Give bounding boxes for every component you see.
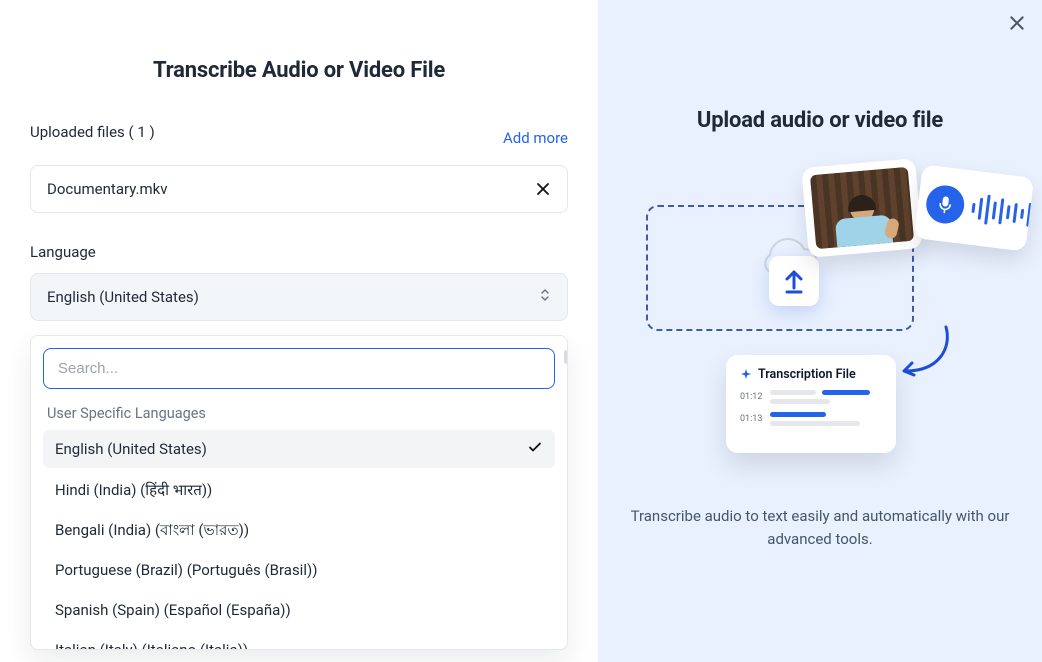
uploaded-file-name: Documentary.mkv [47, 180, 167, 198]
hero-illustration: Transcription File 01:12 01:13 [618, 161, 1022, 481]
close-icon [1008, 14, 1026, 32]
info-side-panel: Upload audio or video file [598, 0, 1042, 662]
remove-file-button[interactable] [535, 181, 551, 197]
language-group-label: User Specific Languages [47, 405, 551, 422]
page-title: Transcribe Audio or Video File [30, 58, 568, 83]
language-option-label: Bengali (India) (বাংলা (ভারত)) [55, 521, 249, 539]
language-option-label: Portuguese (Brazil) (Português (Brasil)) [55, 561, 317, 579]
select-chevron-icon [539, 287, 551, 307]
language-select[interactable]: English (United States) [30, 273, 568, 321]
transcription-file-card: Transcription File 01:12 01:13 [726, 355, 896, 453]
sparkle-icon [740, 369, 752, 381]
language-option-label: English (United States) [55, 440, 207, 458]
language-option[interactable]: English (United States) [43, 430, 555, 468]
uploaded-file-row: Documentary.mkv [30, 165, 568, 213]
video-thumbnail-card [801, 158, 922, 258]
language-option[interactable]: Bengali (India) (বাংলা (ভারত)) [43, 512, 555, 548]
close-panel-button[interactable] [1008, 14, 1026, 36]
side-panel-title: Upload audio or video file [618, 108, 1022, 133]
microphone-icon [924, 183, 966, 225]
add-more-link[interactable]: Add more [503, 129, 568, 147]
uploaded-files-label: Uploaded files ( 1 ) [30, 123, 155, 141]
transcription-card-title: Transcription File [758, 367, 856, 382]
timestamp-label: 01:12 [740, 392, 762, 402]
language-dropdown: User Specific Languages English (United … [30, 335, 568, 650]
language-option-label: Spanish (Spain) (Español (España)) [55, 601, 291, 619]
language-option[interactable]: Hindi (India) (हिंदी भारत)) [43, 472, 555, 508]
check-icon [527, 439, 543, 459]
language-option-label: Italian (Italy) (Italiano (Italia)) [55, 641, 248, 650]
upload-arrow-icon [782, 268, 806, 294]
timestamp-label: 01:13 [740, 414, 762, 424]
language-label: Language [30, 243, 568, 261]
audio-waveform-card [914, 164, 1034, 251]
uploaded-files-header: Uploaded files ( 1 ) Add more [30, 123, 568, 153]
language-option[interactable]: Portuguese (Brazil) (Português (Brasil)) [43, 552, 555, 588]
upload-icon-card [769, 256, 819, 306]
language-option[interactable]: Spanish (Spain) (Español (España)) [43, 592, 555, 628]
transcribe-form-panel: Transcribe Audio or Video File Uploaded … [0, 0, 598, 662]
language-search-input[interactable] [43, 348, 555, 389]
language-select-value: English (United States) [47, 288, 199, 306]
scrollbar-thumb[interactable] [564, 350, 568, 364]
waveform-icon [970, 193, 1034, 231]
language-options-list: English (United States) Hindi (India) (ह… [43, 430, 555, 650]
close-icon [535, 181, 551, 197]
language-option[interactable]: Italian (Italy) (Italiano (Italia)) [43, 632, 555, 650]
arrow-down-curve-icon [896, 323, 952, 381]
side-panel-description: Transcribe audio to text easily and auto… [630, 505, 1010, 552]
language-option-label: Hindi (India) (हिंदी भारत)) [55, 481, 212, 499]
